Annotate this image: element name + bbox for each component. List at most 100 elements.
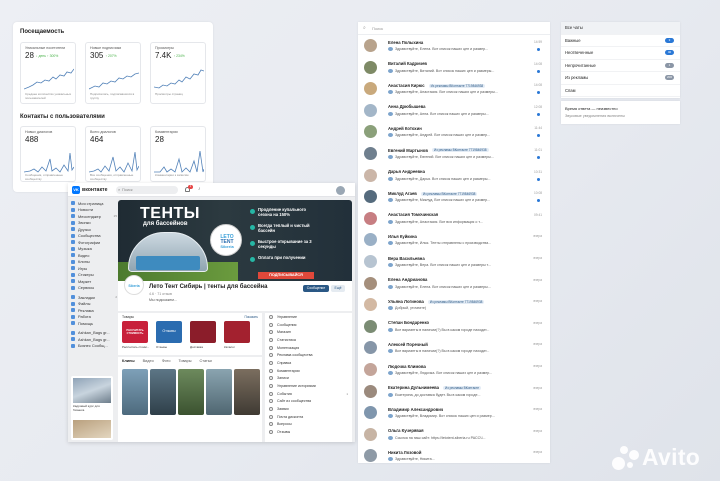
product-card[interactable]: [190, 321, 216, 343]
sound-notifications-status[interactable]: Звуковые уведомления включены: [565, 114, 625, 118]
message-row[interactable]: Андрей Котохин Здравствуйте, Андрей. Вот …: [358, 122, 550, 144]
tab-clips[interactable]: Клипы: [122, 359, 135, 363]
avatar[interactable]: [336, 185, 345, 195]
avatar[interactable]: [364, 233, 377, 247]
avatar[interactable]: [364, 168, 377, 182]
message-row[interactable]: Людочка Климова Здравствуйте, Людочка. Во…: [358, 360, 550, 382]
avatar[interactable]: [364, 190, 377, 204]
management-menu-item[interactable]: Управление историями: [265, 382, 352, 390]
filter-item[interactable]: Все чаты: [561, 22, 680, 35]
menu-item-icon: [269, 353, 273, 358]
stat-card-new-dialogs[interactable]: Новых диалогов 488 Сообщения, отправленн…: [20, 126, 76, 182]
avatar[interactable]: [364, 319, 377, 333]
stat-card-visitors[interactable]: Уникальные посетители 28 ↓ день ↑ 300% Ср…: [20, 42, 76, 104]
avatar[interactable]: [364, 39, 377, 52]
message-row[interactable]: Елена Андрианова Здравствуйте, Елена. Вот…: [358, 274, 550, 296]
avatar[interactable]: [364, 406, 377, 420]
stat-card-comments[interactable]: Комментарии 28 Комментарии к записям: [150, 126, 206, 182]
product-card[interactable]: Отзывы: [156, 321, 182, 343]
ad-block[interactable]: Кадровый курс для бизнеса: [71, 376, 113, 440]
management-menu-item[interactable]: Отзывы: [265, 428, 352, 436]
management-menu-item[interactable]: Почта дисконта: [265, 413, 352, 421]
message-row[interactable]: Ольга Кучерявая Ссылка на наш сайт: https…: [358, 425, 550, 447]
message-row[interactable]: Виталий Кадричев Здравствуйте, Виталий. В…: [358, 58, 550, 80]
avatar[interactable]: [364, 125, 377, 139]
message-row[interactable]: Евгений Мартынов Из рекламы ВКонтакте 771…: [358, 144, 550, 166]
management-menu-item[interactable]: Реклама сообщества: [265, 351, 352, 359]
avatar[interactable]: [364, 384, 377, 398]
management-menu-item[interactable]: Магазин: [265, 328, 352, 336]
message-row[interactable]: Владимир Александрович Здравствуйте, Влад…: [358, 403, 550, 425]
filter-item[interactable]: Неотвеченные 40: [561, 47, 680, 60]
more-button[interactable]: Ещё: [331, 285, 345, 292]
clip-thumbnail[interactable]: ▶ 2,1K: [178, 369, 204, 425]
avatar[interactable]: [364, 449, 377, 463]
stat-card-views[interactable]: Просмотры 7.4K ↑ 234% Просмотры страниц: [150, 42, 206, 104]
message-row[interactable]: Вера Васильевна Здравствуйте, Вера. Вот с…: [358, 252, 550, 274]
product-card[interactable]: РАССЧИТАТЬ СТОИМОСТЬ: [122, 321, 148, 343]
management-menu-item[interactable]: Управление: [265, 313, 352, 321]
message-row[interactable]: Степан Бондаренко Все варианты в наличии(…: [358, 317, 550, 339]
vk-logo-text[interactable]: вконтакте: [82, 187, 107, 193]
music-note-icon[interactable]: ♪: [198, 186, 201, 192]
stat-card-all-dialogs[interactable]: Всего диалогов 464 Все сообщения, отправ…: [85, 126, 141, 182]
message-row[interactable]: Анна Дрюбышева Здравствуйте, Анна. Вот сп…: [358, 101, 550, 123]
message-row[interactable]: Анастасия Томочинская Здравствуйте, Анаст…: [358, 209, 550, 231]
avatar[interactable]: [364, 211, 377, 225]
group-avatar[interactable]: Siberia: [124, 275, 144, 295]
message-row[interactable]: Никита Лозовой Здравствуйте, Никита... вче…: [358, 446, 550, 463]
vk-logo-icon[interactable]: VK: [72, 186, 80, 194]
tab-articles[interactable]: Статьи: [200, 359, 212, 363]
clip-thumbnail[interactable]: ▶ 1,8K: [150, 369, 176, 425]
filter-item[interactable]: Из рекламы 206: [561, 72, 680, 85]
filter-item[interactable]: Спам: [561, 85, 680, 97]
message-row[interactable]: Екатерина Дульнимеева Из рекламы ВКонтакт…: [358, 382, 550, 404]
message-row[interactable]: Миклуд Агаев Из рекламы ВКонтакте 7719846…: [358, 187, 550, 209]
management-menu-item[interactable]: Статистика: [265, 336, 352, 344]
filter-item[interactable]: Непрочитанные 1: [561, 60, 680, 72]
avatar[interactable]: [364, 363, 377, 376]
management-menu-item[interactable]: Справка: [265, 359, 352, 367]
management-menu-item[interactable]: Вопросы: [265, 421, 352, 429]
message-row[interactable]: Дарья Андреевна Здравствуйте, Дарья. Вот …: [358, 166, 550, 188]
management-menu-item[interactable]: Сайт из сообщества: [265, 398, 352, 406]
product-card[interactable]: [224, 321, 250, 343]
management-menu-label: События: [277, 391, 292, 396]
avatar[interactable]: [364, 82, 377, 96]
tab-video[interactable]: Видео: [143, 359, 154, 363]
messages-search-input[interactable]: ⌕ Поиск: [358, 22, 550, 35]
avatar[interactable]: [364, 147, 377, 160]
message-row[interactable]: Алексей Поречный Все варианты в наличии(?…: [358, 338, 550, 360]
stat-card-subscribers[interactable]: Новые подписчики 305 ↑ 207% Подписались, …: [85, 42, 141, 104]
products-show-all[interactable]: Показать: [244, 315, 258, 319]
filter-item[interactable]: Важные 3: [561, 35, 680, 47]
clip-thumbnail[interactable]: ▶ 3,7K: [122, 369, 148, 425]
message-button[interactable]: Сообщение: [303, 285, 329, 292]
message-row[interactable]: Ульяна Логинова Из рекламы ВКонтакте 7719…: [358, 295, 550, 317]
avatar[interactable]: [364, 341, 377, 355]
management-menu-item[interactable]: Сообщения: [265, 321, 352, 329]
clip-thumbnail[interactable]: ▶ 1,2K: [234, 369, 260, 425]
avatar[interactable]: [364, 255, 377, 268]
sidebar-item[interactable]: Бизнес Сообщ...: [71, 343, 117, 350]
management-menu-item[interactable]: События 1: [265, 390, 352, 398]
tab-photo[interactable]: Фото: [162, 359, 171, 363]
avatar[interactable]: [364, 298, 377, 312]
management-menu-item[interactable]: Записи: [265, 375, 352, 383]
message-row[interactable]: Анастасия Кирюс Из рекламы ВКонтакте 7719…: [358, 79, 550, 101]
sidebar-item-label: Игры: [78, 265, 88, 271]
avatar[interactable]: [364, 103, 377, 117]
clip-thumbnail[interactable]: ▶ 4,6K: [206, 369, 232, 425]
message-row[interactable]: Илья Куйкина Здравствуйте, Илья. Тенты от…: [358, 230, 550, 252]
avatar[interactable]: [364, 427, 377, 441]
management-menu-item[interactable]: Комментарии: [265, 367, 352, 375]
products-block: Товары Показать РАССЧИТАТЬ СТОИМОСТЬ Отз…: [118, 313, 262, 355]
management-menu-item[interactable]: Монетизация: [265, 344, 352, 352]
avatar[interactable]: [364, 276, 377, 290]
vk-search-input[interactable]: ⌕ Поиск: [116, 186, 178, 194]
message-time: 14:08: [534, 83, 542, 88]
message-row[interactable]: Елена Полыхина Здравствуйте, Елена. Вот с…: [358, 36, 550, 58]
avatar[interactable]: [364, 60, 377, 74]
management-menu-item[interactable]: Заявки: [265, 405, 352, 413]
tab-products[interactable]: Товары: [178, 359, 191, 363]
